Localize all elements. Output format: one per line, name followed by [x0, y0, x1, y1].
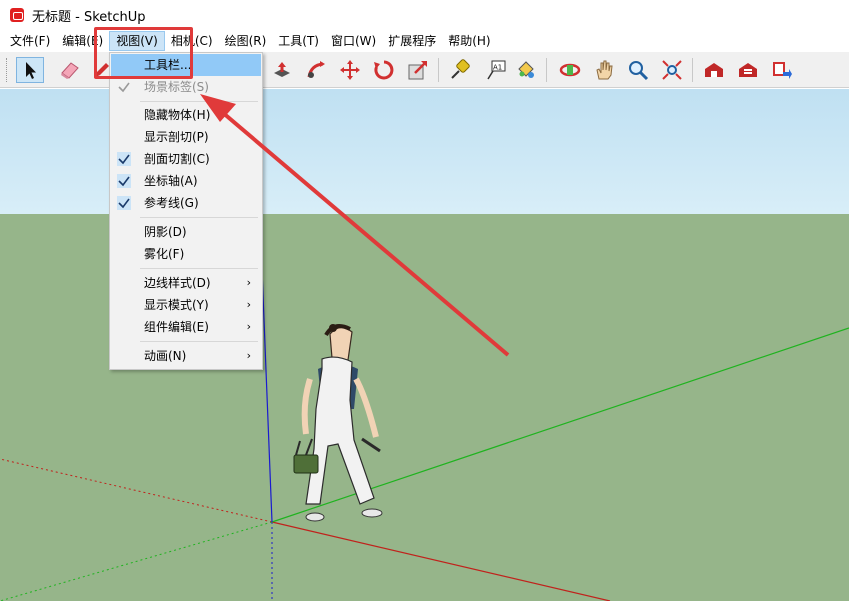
menu-item-scene-tabs: 场景标签(S)	[111, 76, 261, 98]
menu-tools[interactable]: 工具(T)	[272, 31, 325, 51]
send-to-layout-button[interactable]	[768, 57, 796, 83]
green-axis-dotted	[0, 521, 273, 601]
paint-bucket-tool-button[interactable]	[512, 57, 540, 83]
menu-item-label: 隐藏物体(H)	[144, 108, 211, 122]
tape-measure-tool-button[interactable]	[446, 57, 474, 83]
menu-item-axes[interactable]: 坐标轴(A)	[111, 170, 261, 192]
checkmark-icon	[118, 82, 130, 93]
menu-item-face-style[interactable]: 显示模式(Y) ›	[111, 294, 261, 316]
menu-extensions[interactable]: 扩展程序	[382, 31, 442, 51]
rotate-icon	[374, 60, 394, 80]
orbit-tool-button[interactable]	[556, 57, 584, 83]
red-axis	[271, 521, 611, 601]
menu-separator	[140, 217, 258, 218]
follow-me-icon	[307, 61, 325, 78]
menu-item-label: 参考线(G)	[144, 196, 199, 210]
title-bar: 无标题 - SketchUp	[0, 0, 849, 30]
move-icon	[340, 60, 360, 80]
menu-item-edge-style[interactable]: 边线样式(D) ›	[111, 272, 261, 294]
extension-warehouse-icon	[739, 63, 757, 77]
svg-text:A1: A1	[493, 64, 502, 72]
eraser-icon	[61, 62, 79, 79]
extension-warehouse-button[interactable]	[734, 57, 762, 83]
annotation-highlight-box	[94, 27, 193, 79]
toolbar-grip[interactable]	[6, 58, 9, 82]
submenu-arrow-icon: ›	[246, 276, 251, 289]
push-pull-icon	[274, 62, 290, 77]
send-to-layout-icon	[773, 62, 792, 79]
text-tool-button[interactable]: A1	[482, 57, 510, 83]
menu-item-label: 显示模式(Y)	[144, 298, 209, 312]
menu-file[interactable]: 文件(F)	[4, 31, 56, 51]
scale-tool-button[interactable]	[404, 57, 432, 83]
menu-item-label: 坐标轴(A)	[144, 174, 198, 188]
checkmark-icon	[117, 196, 131, 210]
menu-item-fog[interactable]: 雾化(F)	[111, 243, 261, 265]
follow-me-tool-button[interactable]	[302, 57, 330, 83]
menu-item-label: 剖面切割(C)	[144, 152, 210, 166]
eraser-tool-button[interactable]	[56, 57, 84, 83]
menu-item-section-cuts[interactable]: 剖面切割(C)	[111, 148, 261, 170]
checkmark-icon	[117, 174, 131, 188]
blue-axis	[261, 268, 273, 523]
menu-window[interactable]: 窗口(W)	[325, 31, 382, 51]
menu-separator	[140, 101, 258, 102]
push-pull-tool-button[interactable]	[268, 57, 296, 83]
submenu-arrow-icon: ›	[246, 320, 251, 333]
sketchup-logo-icon	[10, 8, 24, 22]
menu-item-component-edit[interactable]: 组件编辑(E) ›	[111, 316, 261, 338]
window-title: 无标题 - SketchUp	[32, 9, 146, 25]
select-tool-button[interactable]	[16, 57, 44, 83]
menu-item-label: 场景标签(S)	[144, 80, 209, 94]
toolbar-separator	[438, 58, 439, 82]
rotate-tool-button[interactable]	[370, 57, 398, 83]
zoom-icon	[629, 61, 649, 81]
menu-item-guides[interactable]: 参考线(G)	[111, 192, 261, 214]
orbit-icon	[559, 63, 581, 77]
scale-icon	[408, 61, 427, 80]
submenu-arrow-icon: ›	[246, 298, 251, 311]
menu-item-animation[interactable]: 动画(N) ›	[111, 345, 261, 367]
zoom-extents-tool-button[interactable]	[658, 57, 686, 83]
text-icon: A1	[487, 60, 506, 80]
warehouse-icon	[705, 63, 723, 77]
menu-help[interactable]: 帮助(H)	[442, 31, 496, 51]
menu-item-label: 雾化(F)	[144, 247, 185, 261]
zoom-tool-button[interactable]	[624, 57, 652, 83]
menu-item-label: 阴影(D)	[144, 225, 187, 239]
submenu-arrow-icon: ›	[246, 349, 251, 362]
zoom-extents-icon	[662, 60, 682, 80]
person-figure	[293, 324, 383, 522]
warehouse-button[interactable]	[700, 57, 728, 83]
move-tool-button[interactable]	[336, 57, 364, 83]
red-axis-dotted	[0, 458, 273, 523]
menu-draw[interactable]: 绘图(R)	[219, 31, 273, 51]
menu-item-label: 显示剖切(P)	[144, 130, 209, 144]
view-menu-dropdown: 工具栏... 场景标签(S) 隐藏物体(H) 显示剖切(P) 剖面切割(C) 坐…	[109, 52, 263, 370]
menu-separator	[140, 268, 258, 269]
toolbar-separator	[692, 58, 693, 82]
menu-item-label: 动画(N)	[144, 349, 187, 363]
select-arrow-icon	[26, 62, 36, 79]
paint-bucket-icon	[518, 61, 534, 78]
menu-item-label: 边线样式(D)	[144, 276, 211, 290]
menu-item-shadows[interactable]: 阴影(D)	[111, 221, 261, 243]
menu-item-section-planes[interactable]: 显示剖切(P)	[111, 126, 261, 148]
menu-item-label: 组件编辑(E)	[144, 320, 209, 334]
pan-tool-button[interactable]	[590, 57, 618, 83]
pan-hand-icon	[596, 60, 613, 80]
menu-separator	[140, 341, 258, 342]
checkmark-icon	[117, 152, 131, 166]
menu-item-hidden-geometry[interactable]: 隐藏物体(H)	[111, 104, 261, 126]
tape-measure-icon	[451, 59, 470, 79]
toolbar-separator	[546, 58, 547, 82]
